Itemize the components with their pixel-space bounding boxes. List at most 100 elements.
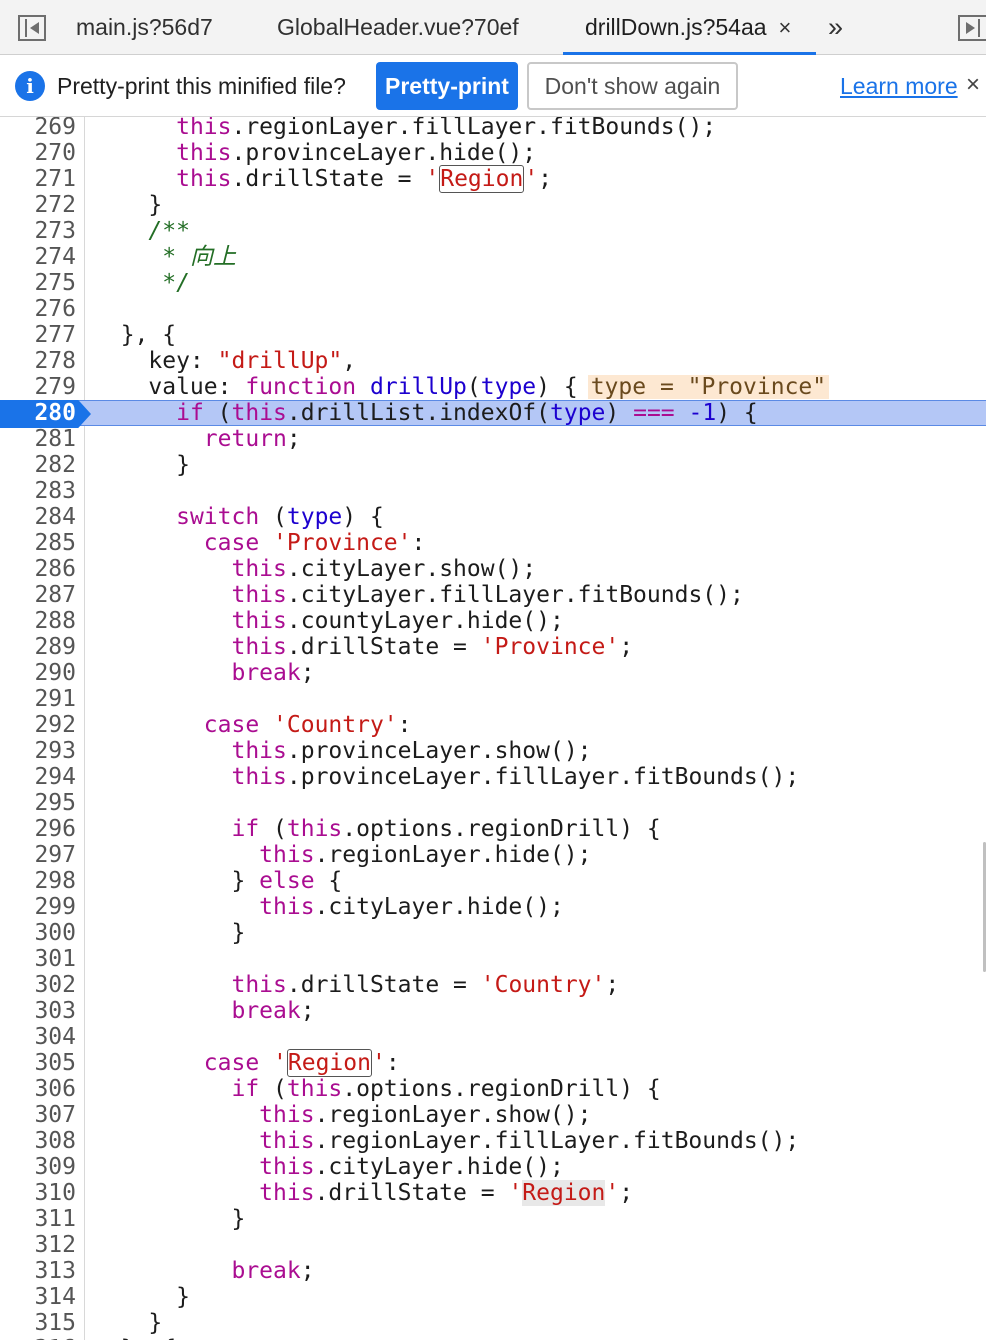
line-number[interactable]: 286 (0, 556, 76, 582)
code-line[interactable]: 301 (0, 946, 986, 972)
close-infobar-icon[interactable]: × (966, 55, 980, 117)
code-line[interactable]: 305 case 'Region': (0, 1049, 986, 1077)
line-number[interactable]: 300 (0, 920, 76, 946)
code-line[interactable]: 302 this.drillState = 'Country'; (0, 972, 986, 998)
code-line[interactable]: 292 case 'Country': (0, 712, 986, 738)
line-number[interactable]: 270 (0, 140, 76, 166)
line-number[interactable]: 298 (0, 868, 76, 894)
toggle-debugger-sidebar-icon[interactable] (958, 15, 986, 41)
line-number[interactable]: 293 (0, 738, 76, 764)
line-number[interactable]: 288 (0, 608, 76, 634)
code-line[interactable]: 286 this.cityLayer.show(); (0, 556, 986, 582)
code-line[interactable]: 309 this.cityLayer.hide(); (0, 1154, 986, 1180)
dont-show-again-button[interactable]: Don't show again (527, 62, 738, 110)
code-line[interactable]: 284 switch (type) { (0, 504, 986, 530)
code-line[interactable]: 311 } (0, 1206, 986, 1232)
source-code-editor[interactable]: 269 this.regionLayer.fillLayer.fitBounds… (0, 117, 986, 1340)
line-number[interactable]: 276 (0, 296, 76, 322)
code-line[interactable]: 281 return; (0, 426, 986, 452)
line-number[interactable]: 280 (0, 401, 76, 425)
line-number[interactable]: 302 (0, 972, 76, 998)
code-line[interactable]: 277 }, { (0, 322, 986, 348)
line-number[interactable]: 281 (0, 426, 76, 452)
line-number[interactable]: 308 (0, 1128, 76, 1154)
code-line[interactable]: 276 (0, 296, 986, 322)
close-tab-icon[interactable]: × (779, 15, 792, 40)
line-number[interactable]: 273 (0, 218, 76, 244)
code-line[interactable]: 271 this.drillState = 'Region'; (0, 165, 986, 193)
code-line[interactable]: 291 (0, 686, 986, 712)
code-line[interactable]: 312 (0, 1232, 986, 1258)
line-number[interactable]: 304 (0, 1024, 76, 1050)
line-number[interactable]: 283 (0, 478, 76, 504)
current-execution-line[interactable]: 280 if (this.drillList.indexOf(type) ===… (0, 400, 986, 428)
line-number[interactable]: 316 (0, 1336, 76, 1340)
line-number[interactable]: 294 (0, 764, 76, 790)
line-number[interactable]: 296 (0, 816, 76, 842)
line-number[interactable]: 277 (0, 322, 76, 348)
line-number[interactable]: 309 (0, 1154, 76, 1180)
code-line[interactable]: 314 } (0, 1284, 986, 1310)
code-line[interactable]: 308 this.regionLayer.fillLayer.fitBounds… (0, 1128, 986, 1154)
code-line[interactable]: 300 } (0, 920, 986, 946)
line-number[interactable]: 290 (0, 660, 76, 686)
more-tabs-icon[interactable]: » (828, 0, 843, 55)
code-line[interactable]: 275 */ (0, 270, 986, 296)
line-number[interactable]: 315 (0, 1310, 76, 1336)
code-line[interactable]: 283 (0, 478, 986, 504)
code-line[interactable]: 290 break; (0, 660, 986, 686)
line-number[interactable]: 303 (0, 998, 76, 1024)
line-number[interactable]: 284 (0, 504, 76, 530)
line-number[interactable]: 287 (0, 582, 76, 608)
tab-globalheader-vue[interactable]: GlobalHeader.vue?70ef (277, 0, 519, 55)
line-number[interactable]: 272 (0, 192, 76, 218)
line-number[interactable]: 313 (0, 1258, 76, 1284)
tab-drilldown-js[interactable]: drillDown.js?54aa × (585, 0, 791, 55)
code-line[interactable]: 274 * 向上 (0, 244, 986, 270)
code-line[interactable]: 285 case 'Province': (0, 530, 986, 556)
line-number[interactable]: 307 (0, 1102, 76, 1128)
code-line[interactable]: 295 (0, 790, 986, 816)
line-number[interactable]: 310 (0, 1180, 76, 1206)
code-line[interactable]: 310 this.drillState = 'Region'; (0, 1180, 986, 1206)
code-line[interactable]: 304 (0, 1024, 986, 1050)
code-line[interactable]: 303 break; (0, 998, 986, 1024)
line-number[interactable]: 311 (0, 1206, 76, 1232)
line-number[interactable]: 312 (0, 1232, 76, 1258)
learn-more-link[interactable]: Learn more (840, 55, 958, 117)
pretty-print-button[interactable]: Pretty-print (376, 62, 518, 110)
line-number[interactable]: 271 (0, 166, 76, 192)
code-line[interactable]: 269 this.regionLayer.fillLayer.fitBounds… (0, 117, 986, 140)
code-line[interactable]: 297 this.regionLayer.hide(); (0, 842, 986, 868)
line-number[interactable]: 278 (0, 348, 76, 374)
toggle-navigator-icon[interactable] (18, 15, 46, 41)
line-number[interactable]: 292 (0, 712, 76, 738)
code-line[interactable]: 307 this.regionLayer.show(); (0, 1102, 986, 1128)
code-line[interactable]: 313 break; (0, 1258, 986, 1284)
code-line[interactable]: 279 value: function drillUp(type) {type … (0, 374, 986, 400)
code-line[interactable]: 294 this.provinceLayer.fillLayer.fitBoun… (0, 764, 986, 790)
code-line[interactable]: 316 }, { (0, 1336, 986, 1340)
code-line[interactable]: 293 this.provinceLayer.show(); (0, 738, 986, 764)
line-number[interactable]: 301 (0, 946, 76, 972)
line-number[interactable]: 305 (0, 1050, 76, 1076)
code-line[interactable]: 278 key: "drillUp", (0, 348, 986, 374)
line-number[interactable]: 299 (0, 894, 76, 920)
line-number[interactable]: 269 (0, 117, 76, 140)
line-number[interactable]: 274 (0, 244, 76, 270)
tab-main-js[interactable]: main.js?56d7 (76, 0, 213, 55)
code-line[interactable]: 272 } (0, 192, 986, 218)
code-line[interactable]: 296 if (this.options.regionDrill) { (0, 816, 986, 842)
code-line[interactable]: 315 } (0, 1310, 986, 1336)
line-number[interactable]: 282 (0, 452, 76, 478)
code-line[interactable]: 273 /** (0, 218, 986, 244)
line-number[interactable]: 295 (0, 790, 76, 816)
code-line[interactable]: 299 this.cityLayer.hide(); (0, 894, 986, 920)
code-line[interactable]: 306 if (this.options.regionDrill) { (0, 1076, 986, 1102)
line-number[interactable]: 285 (0, 530, 76, 556)
line-number[interactable]: 279 (0, 374, 76, 400)
line-number[interactable]: 275 (0, 270, 76, 296)
line-number[interactable]: 297 (0, 842, 76, 868)
code-line[interactable]: 282 } (0, 452, 986, 478)
line-number[interactable]: 291 (0, 686, 76, 712)
